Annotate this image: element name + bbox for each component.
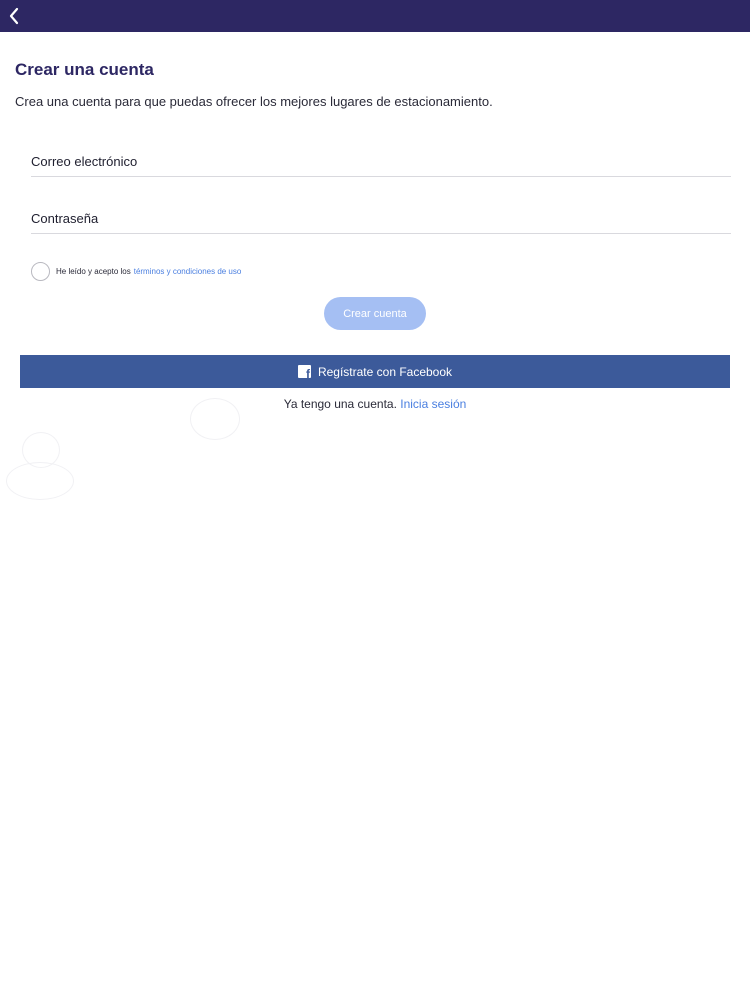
email-field: [31, 147, 731, 177]
email-input[interactable]: [31, 147, 731, 176]
password-input[interactable]: [31, 204, 731, 233]
background-decoration: [190, 398, 240, 440]
terms-row: He leído y acepto los términos y condici…: [31, 261, 241, 281]
page-title: Crear una cuenta: [15, 60, 154, 79]
terms-link[interactable]: términos y condiciones de uso: [134, 267, 242, 276]
facebook-icon: f: [297, 365, 311, 378]
login-link[interactable]: Inicia sesión: [400, 397, 466, 411]
chevron-left-icon: [9, 7, 19, 25]
page-subtitle: Crea una cuenta para que puedas ofrecer …: [15, 94, 493, 109]
top-bar: [0, 0, 750, 32]
facebook-signup-button[interactable]: f Regístrate con Facebook: [20, 355, 730, 388]
terms-text: He leído y acepto los: [56, 266, 131, 276]
login-prompt: Ya tengo una cuenta. Inicia sesión: [0, 397, 750, 411]
create-account-button[interactable]: Crear cuenta: [324, 297, 426, 330]
password-field: [31, 204, 731, 234]
login-prompt-text: Ya tengo una cuenta.: [283, 397, 397, 411]
facebook-signup-label: Regístrate con Facebook: [317, 364, 453, 379]
terms-checkbox[interactable]: [31, 261, 50, 281]
back-button[interactable]: [2, 2, 26, 30]
background-decoration: [6, 462, 74, 500]
